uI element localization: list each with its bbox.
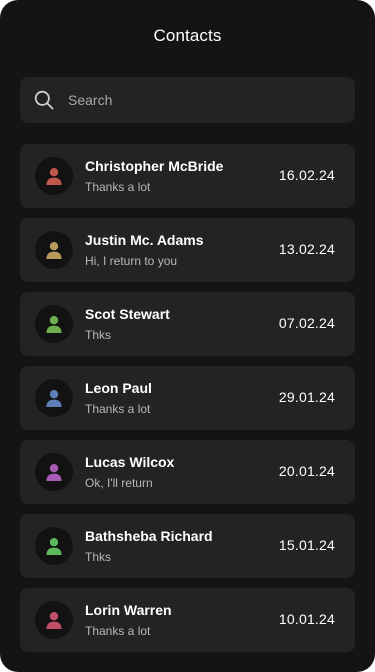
contact-item[interactable]: Justin Mc. Adams Hi, I return to you 13.… <box>20 218 355 282</box>
contact-item[interactable]: Lorin Warren Thanks a lot 10.01.24 <box>20 588 355 652</box>
avatar <box>35 453 73 491</box>
search-icon <box>34 90 54 110</box>
contacts-screen: Contacts Christopher McBride Thanks a lo… <box>0 0 375 672</box>
contact-name: Lucas Wilcox <box>85 454 175 470</box>
user-icon <box>46 538 62 555</box>
avatar <box>35 527 73 565</box>
contact-name: Justin Mc. Adams <box>85 232 204 248</box>
last-message: Thanks a lot <box>85 180 151 194</box>
user-icon <box>46 242 62 259</box>
search-input[interactable] <box>68 92 328 108</box>
contact-name: Lorin Warren <box>85 602 172 618</box>
contact-list: Christopher McBride Thanks a lot 16.02.2… <box>20 144 355 662</box>
last-message: Thks <box>85 328 112 342</box>
contact-name: Christopher McBride <box>85 158 224 174</box>
contact-item[interactable]: Lucas Wilcox Ok, I'll return 20.01.24 <box>20 440 355 504</box>
message-date: 07.02.24 <box>278 315 335 331</box>
contact-item[interactable]: Christopher McBride Thanks a lot 16.02.2… <box>20 144 355 208</box>
page-title: Contacts <box>153 26 222 45</box>
avatar <box>35 601 73 639</box>
user-icon <box>46 464 62 481</box>
last-message: Ok, I'll return <box>85 476 153 490</box>
contact-name: Bathsheba Richard <box>85 528 213 544</box>
user-icon <box>46 390 62 407</box>
avatar <box>35 231 73 269</box>
user-icon <box>46 612 62 629</box>
last-message: Thks <box>85 550 112 564</box>
last-message: Hi, I return to you <box>85 254 178 268</box>
message-date: 13.02.24 <box>278 241 335 257</box>
contact-name: Scot Stewart <box>85 306 170 322</box>
contact-item[interactable]: Bathsheba Richard Thks 15.01.24 <box>20 514 355 578</box>
contact-item[interactable]: Scot Stewart Thks 07.02.24 <box>20 292 355 356</box>
contact-name: Leon Paul <box>85 380 152 396</box>
search-bar[interactable] <box>20 77 355 123</box>
contact-item[interactable]: Leon Paul Thanks a lot 29.01.24 <box>20 366 355 430</box>
last-message: Thanks a lot <box>85 624 151 638</box>
user-icon <box>46 168 62 185</box>
message-date: 20.01.24 <box>278 463 335 479</box>
last-message: Thanks a lot <box>85 402 151 416</box>
avatar <box>35 157 73 195</box>
message-date: 10.01.24 <box>278 611 335 627</box>
user-icon <box>46 316 62 333</box>
message-date: 15.01.24 <box>278 537 335 553</box>
avatar <box>35 305 73 343</box>
message-date: 29.01.24 <box>278 389 335 405</box>
message-date: 16.02.24 <box>278 167 335 183</box>
avatar <box>35 379 73 417</box>
